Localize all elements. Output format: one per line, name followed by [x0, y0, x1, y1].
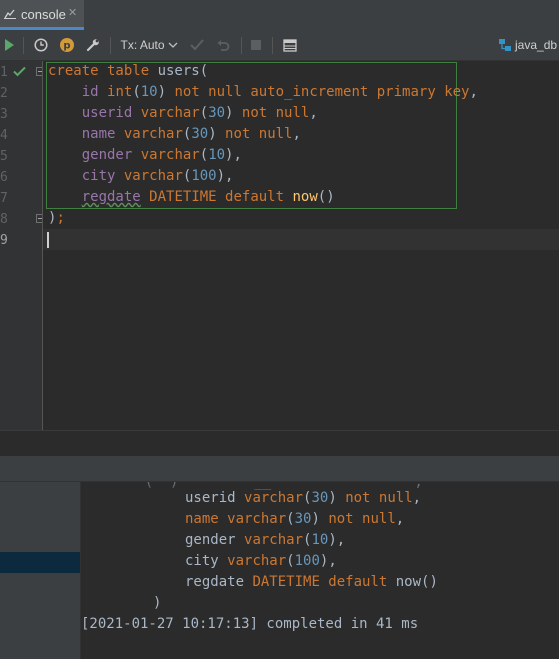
- code-line: create table users(: [48, 63, 209, 79]
- settings-button[interactable]: [83, 30, 103, 60]
- transaction-mode-dropdown[interactable]: Tx: Auto: [118, 30, 180, 60]
- line-number: 8: [0, 212, 8, 227]
- services-panel-header[interactable]: [0, 456, 559, 482]
- run-icon: [5, 39, 14, 51]
- rollback-button[interactable]: [212, 30, 234, 60]
- line-number: 5: [0, 149, 8, 164]
- line-number: 6: [0, 170, 8, 185]
- transaction-mode-label: Tx: Auto: [120, 38, 165, 52]
- undo-icon: [217, 40, 230, 51]
- line-number: 1: [0, 65, 8, 80]
- toolbar-separator: [241, 37, 242, 54]
- tab-label: console: [21, 7, 66, 22]
- tab-console[interactable]: console ✕: [0, 0, 84, 30]
- database-schema-icon: [499, 39, 511, 51]
- checkmark-icon: [13, 66, 26, 77]
- output-line: userid varchar(30) not null,: [185, 490, 422, 506]
- output-line: ): [153, 595, 162, 611]
- editor-bottom-area: [0, 430, 559, 457]
- code-line: gender varchar(10),: [81, 147, 242, 163]
- services-tree[interactable]: [0, 482, 80, 659]
- line-number: 4: [0, 128, 8, 143]
- svg-text:p: p: [63, 41, 70, 52]
- execution-status: [2021-01-27 10:17:13] completed in 41 ms: [81, 616, 419, 632]
- editor-gutter: 1 2 3 4 5 6 7 8 9: [0, 61, 45, 430]
- output-line: city varchar(100),: [185, 553, 337, 569]
- history-icon: [34, 38, 48, 52]
- code-line: );: [48, 210, 65, 226]
- code-line: regdate DATETIME default now(): [81, 189, 335, 205]
- text-caret: [47, 232, 49, 248]
- datasource-selector[interactable]: java_db: [498, 30, 558, 60]
- output-table-button[interactable]: [280, 30, 300, 60]
- chevron-down-icon: [168, 42, 177, 48]
- output-line: regdate DATETIME default now(): [185, 574, 438, 590]
- toolbar-separator: [23, 37, 24, 54]
- code-line: userid varchar(30) not null,: [81, 105, 318, 121]
- code-line: name varchar(30) not null,: [81, 126, 301, 142]
- tab-bar: console ✕: [0, 0, 559, 30]
- commit-button[interactable]: [187, 30, 207, 60]
- history-button[interactable]: [31, 30, 51, 60]
- output-line: gender varchar(10),: [185, 532, 346, 548]
- current-line-highlight: [43, 229, 559, 250]
- profile-button[interactable]: p: [57, 30, 77, 60]
- console-output: ( ) __ , userid varchar(30) not null, na…: [81, 482, 559, 659]
- line-number: 2: [0, 86, 8, 101]
- console-toolbar: p Tx: Auto java_db: [0, 30, 559, 61]
- output-line: name varchar(30) not null,: [185, 511, 405, 527]
- line-number: 7: [0, 191, 8, 206]
- stop-icon: [251, 40, 261, 50]
- console-icon: [4, 9, 16, 19]
- stop-button[interactable]: [247, 30, 265, 60]
- line-number: 9: [0, 233, 8, 248]
- selected-tree-item[interactable]: [0, 552, 80, 573]
- wrench-icon: [86, 39, 99, 52]
- table-icon: [283, 38, 297, 52]
- code-line: city varchar(100),: [81, 168, 234, 184]
- sql-editor[interactable]: create table users( id int(10) not null …: [43, 61, 559, 430]
- checkmark-icon: [190, 39, 204, 51]
- datasource-label: java_db: [515, 38, 558, 52]
- code-line: id int(10) not null auto_increment prima…: [81, 84, 478, 100]
- toolbar-separator: [110, 37, 111, 54]
- line-number: 3: [0, 107, 8, 122]
- profile-p-icon: p: [60, 38, 74, 52]
- toolbar-separator: [272, 37, 273, 54]
- close-tab-icon[interactable]: ✕: [68, 6, 77, 19]
- execute-button[interactable]: [0, 30, 18, 60]
